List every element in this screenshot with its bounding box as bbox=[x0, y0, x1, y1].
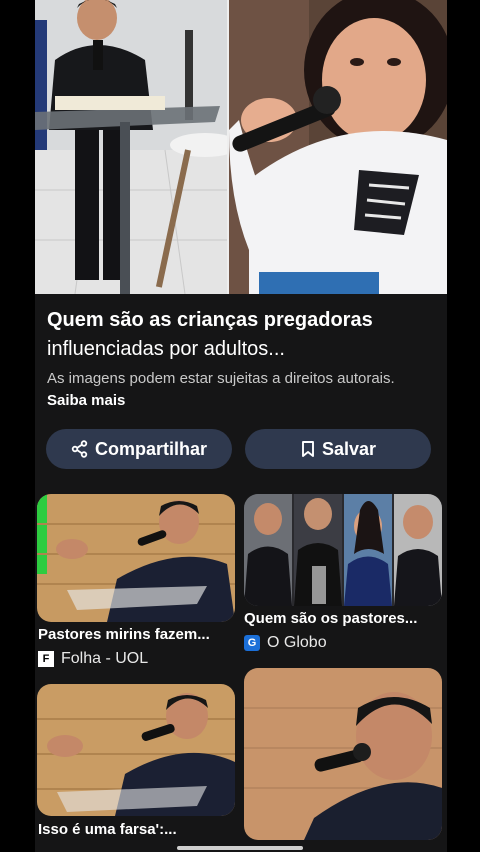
share-label: Compartilhar bbox=[94, 438, 208, 459]
share-button[interactable]: Compartilhar bbox=[46, 429, 232, 469]
preacher-boy-thumbnail-2 bbox=[37, 684, 235, 816]
preacher-boy-thumbnail bbox=[37, 494, 235, 622]
folha-logo-icon: F bbox=[38, 651, 54, 667]
related-image-2[interactable] bbox=[244, 494, 442, 606]
related-image-3[interactable] bbox=[37, 684, 235, 816]
collage-thumbnail bbox=[244, 494, 442, 606]
image-title[interactable]: Quem são as crianças pregadoras influenc… bbox=[47, 306, 442, 364]
related-source-name-2: O Globo bbox=[267, 634, 327, 651]
related-caption-3[interactable]: Isso é uma farsa':... bbox=[38, 821, 234, 838]
image-viewer-panel: Quem são as crianças pregadoras influenc… bbox=[35, 0, 447, 852]
bookmark-icon bbox=[302, 441, 314, 457]
copyright-text: As imagens podem estar sujeitas a direit… bbox=[47, 370, 395, 387]
related-caption-1[interactable]: Pastores mirins fazem... bbox=[38, 626, 234, 643]
related-caption-2[interactable]: Quem são os pastores... bbox=[244, 610, 442, 627]
related-image-4[interactable] bbox=[244, 668, 442, 840]
related-source-1[interactable]: F Folha - UOL bbox=[38, 650, 148, 668]
save-label: Salvar bbox=[321, 438, 377, 459]
share-icon bbox=[71, 440, 88, 458]
gesture-bar[interactable] bbox=[177, 846, 303, 850]
save-button[interactable]: Salvar bbox=[245, 429, 431, 469]
preacher-boy-closeup-thumbnail bbox=[244, 668, 442, 840]
girl-preacher-photo bbox=[229, 0, 447, 294]
title-rest: influenciadas por adultos... bbox=[47, 338, 285, 360]
title-main: Quem são as crianças pregadoras bbox=[47, 309, 373, 331]
related-source-2[interactable]: G O Globo bbox=[244, 634, 327, 652]
main-image[interactable] bbox=[35, 0, 447, 294]
copyright-notice: As imagens podem estar sujeitas a direit… bbox=[47, 368, 417, 412]
related-source-name-1: Folha - UOL bbox=[61, 650, 149, 667]
learn-more-link[interactable]: Saiba mais bbox=[47, 392, 125, 409]
related-image-1[interactable] bbox=[37, 494, 235, 622]
boy-preacher-photo bbox=[35, 0, 227, 294]
globo-logo-icon: G bbox=[244, 635, 260, 651]
